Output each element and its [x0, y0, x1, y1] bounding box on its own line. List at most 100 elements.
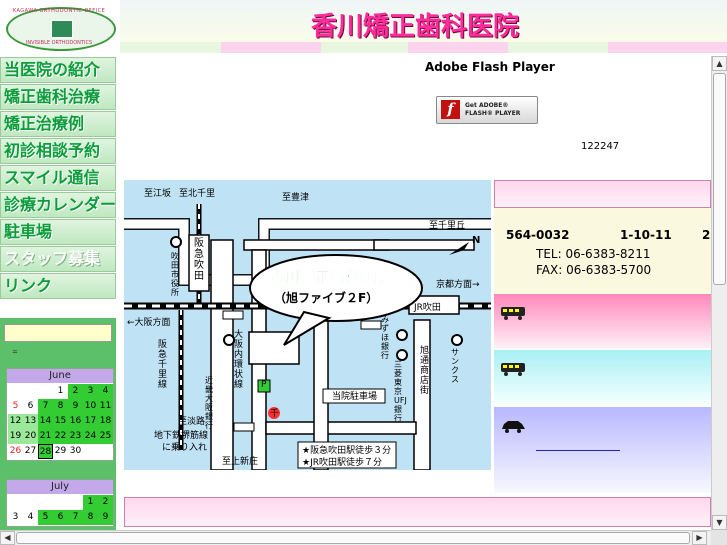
- label-jr-suita: JR吹田: [413, 301, 441, 313]
- transport-car-band: [494, 407, 711, 493]
- label-city-hall: 吹田市役所: [171, 252, 179, 297]
- vertical-scroll-thumb[interactable]: [713, 73, 726, 285]
- header-stripes: [120, 42, 727, 53]
- phone-number: TEL: 06-6383-8211: [536, 247, 651, 261]
- street-number: 1-10-11: [620, 228, 672, 242]
- label-asahi-street: 旭通商店街: [420, 346, 430, 396]
- calendar-day: 5: [38, 510, 53, 525]
- calendar-day: 18: [98, 414, 113, 429]
- calendar-day: 30: [69, 446, 82, 456]
- clinic-callout: [249, 254, 423, 322]
- flash-btn-line2: FLASH® PLAYER: [465, 110, 521, 117]
- calendar-day: [8, 384, 23, 399]
- calendar-day: 14: [38, 414, 53, 429]
- mizuho-marker-icon: [396, 329, 408, 341]
- traffic-light-icon: [222, 310, 244, 320]
- map-drawing: 至江坂 至北千里 至豊津 至千里丘 京都方面→ ←大阪方面 N JR吹田 至淡路…: [124, 188, 491, 470]
- vertical-scrollbar[interactable]: ▲ ▼: [711, 56, 727, 530]
- traffic-light-icon: [233, 422, 255, 432]
- map-road-vertical: [210, 239, 234, 470]
- scroll-left-icon[interactable]: ◀: [0, 531, 15, 545]
- transport-train-band-1: [494, 294, 711, 348]
- label-to-toyotsu: 至豊津: [282, 191, 309, 203]
- calendar-day: 6: [27, 401, 34, 411]
- calendar-day: 16: [68, 414, 83, 429]
- calendar-day: [8, 495, 23, 510]
- scroll-corner: [711, 530, 727, 545]
- calendar-day: 28: [38, 444, 53, 459]
- footer-bar: [124, 497, 711, 527]
- info-panel: 564-0032 1-10-11 2F TEL: 06-6383-8211 FA…: [494, 180, 719, 530]
- label-to-tanjibashi: 至淡路: [178, 415, 205, 427]
- calendar-day: 29: [54, 446, 67, 456]
- calendar-day: 7: [68, 510, 83, 525]
- train-icon: [501, 363, 525, 376]
- calendar-day: 1: [57, 386, 64, 396]
- label-to-kyoto: 京都方面→: [436, 278, 480, 290]
- fax-number: FAX: 06-6383-5700: [536, 263, 652, 277]
- menu-item-calendar[interactable]: 診療カレンダー: [0, 192, 116, 218]
- bank-marker-icon: [223, 334, 235, 346]
- scroll-up-icon[interactable]: ▲: [712, 56, 727, 71]
- sunkus-marker-icon: [451, 334, 463, 346]
- menu-item-links[interactable]: リンク: [0, 273, 116, 299]
- label-walk-jr: ★JR吹田駅徒歩７分: [302, 456, 382, 468]
- city-hall-icon: [170, 236, 182, 248]
- calendar-day: 7: [38, 399, 53, 414]
- calendar-day: [53, 495, 68, 510]
- menu-item-about[interactable]: 当医院の紹介: [0, 57, 116, 83]
- map-link[interactable]: [536, 450, 620, 451]
- main-content: Adobe Flash Player f Get ADOBE® FLASH® P…: [120, 56, 719, 530]
- menu-item-treatment[interactable]: 矯正歯科治療: [0, 84, 116, 110]
- calendar-day: [38, 495, 53, 510]
- label-subway-note2: に乗り入れ: [162, 441, 207, 453]
- calendar-day: 25: [98, 429, 113, 444]
- calendar-day: 2: [98, 495, 113, 510]
- scroll-right-icon[interactable]: ▶: [692, 531, 707, 545]
- car-icon: [502, 421, 525, 433]
- calendar-day: [23, 495, 38, 510]
- calendar-day: 9: [98, 510, 113, 525]
- get-flash-button[interactable]: f Get ADOBE® FLASH® PLAYER: [436, 96, 538, 124]
- label-parking-icon: P: [261, 380, 267, 390]
- menu-item-recruit[interactable]: スタッフ募集: [0, 246, 116, 272]
- calendar-june: June 1 2 3 4 5 6 7 8 9 10 11 12 13 14 15 16 17 18 19 20 21 22…: [6, 368, 114, 461]
- calendar-day: 3: [83, 384, 98, 399]
- menu-item-smile-news[interactable]: スマイル通信: [0, 165, 116, 191]
- side-menu: 当医院の紹介 矯正歯科治療 矯正治療例 初診相談予約 スマイル通信 診療カレンダ…: [0, 57, 116, 300]
- menu-item-first-consult[interactable]: 初診相談予約: [0, 138, 116, 164]
- calendar-caption: July: [7, 480, 113, 494]
- horizontal-scroll-thumb[interactable]: [16, 532, 690, 544]
- calendar-day: 5: [12, 401, 19, 411]
- label-to-kitasenri: 至北千里: [179, 188, 215, 199]
- calendar-day: 3: [12, 512, 19, 522]
- logo-top-text: KAGAWA ORTHODONTIC OFFICE: [12, 8, 106, 14]
- menu-item-cases[interactable]: 矯正治療例: [0, 111, 116, 137]
- scroll-down-icon[interactable]: ▼: [712, 515, 727, 530]
- calendar-day: [68, 495, 83, 510]
- clinic-logo[interactable]: KAGAWA ORTHODONTIC OFFICE INVISIBLE ORTH…: [0, 0, 118, 55]
- address-block: 564-0032 1-10-11 2F TEL: 06-6383-8211 FA…: [494, 208, 719, 294]
- label-mufj: 三菱東京UFJ銀行: [394, 360, 407, 423]
- calendar-july: July 12 3456789: [6, 479, 114, 527]
- menu-item-parking[interactable]: 駐車場: [0, 219, 116, 245]
- calendar-day: 9: [68, 399, 83, 414]
- label-building: （旭ファイブ２F）: [274, 290, 378, 305]
- flash-title: Adobe Flash Player: [425, 60, 555, 74]
- label-clinic-name: 香川矯正歯科医院: [270, 268, 390, 286]
- calendar-day: 10: [83, 399, 98, 414]
- map-road-upper: [243, 239, 390, 251]
- site-title: 香川矯正歯科医院: [310, 12, 519, 42]
- calendar-day: 23: [68, 429, 83, 444]
- label-hankyu-senri-line: 阪急千里線: [158, 340, 168, 390]
- logo-bottom-text: INVISIBLE ORTHODONTICS: [25, 40, 93, 46]
- label-mizuho: みずほ銀行: [381, 315, 389, 360]
- label-to-kamishinjo: 至上新庄: [222, 455, 258, 467]
- calendar-day: 6: [53, 510, 68, 525]
- calendar-day: 19: [8, 429, 23, 444]
- calendar-grid: 12 3456789: [7, 494, 113, 526]
- calendar-day: 4: [27, 512, 34, 522]
- label-subway-note1: 地下鉄堺筋線: [154, 429, 208, 441]
- horizontal-scrollbar[interactable]: ◀ ▶: [0, 530, 711, 545]
- calendar-day: 15: [53, 414, 68, 429]
